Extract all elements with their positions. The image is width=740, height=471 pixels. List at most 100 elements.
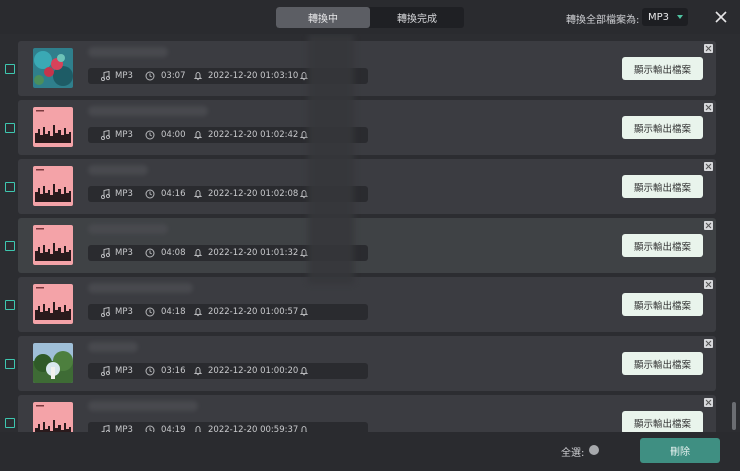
track-format: MP3 [115,189,133,199]
album-cover [33,343,73,383]
tab-completed[interactable]: 轉換完成 [370,7,464,28]
show-output-file-button[interactable]: 顯示輸出檔案 [622,116,703,139]
show-output-file-button[interactable]: 顯示輸出檔案 [622,293,703,316]
music-note-icon [101,248,110,258]
bell-icon [193,130,203,140]
chevron-down-icon [677,15,683,19]
track-duration: 04:19 [161,425,186,432]
footer: 全選: 刪除 [0,432,740,471]
track-timestamp: 2022-12-20 00:59:37 [208,425,299,432]
track-timestamp: 2022-12-20 01:01:32 [208,248,299,258]
format-select-value: MP3 [648,11,670,23]
show-output-file-button[interactable]: 顯示輸出檔案 [622,57,703,80]
redaction-overlay [308,34,354,284]
track-format: MP3 [115,307,133,317]
file-row: MP3 04:19 2022-12-20 00:59:37 顯示輸出檔案 [18,395,716,432]
select-all-radio[interactable] [589,445,599,455]
file-row: MP3 04:00 2022-12-20 01:02:42 顯示輸出檔案 [18,100,716,155]
remove-row-icon[interactable] [704,103,713,112]
track-timestamp: 2022-12-20 01:03:10 [208,71,299,81]
track-title-redacted [88,283,193,293]
track-timestamp: 2022-12-20 01:00:20 [208,366,299,376]
convert-all-label: 轉換全部檔案為: [566,15,640,26]
clock-icon [145,71,155,81]
track-duration: 03:07 [161,71,186,81]
album-cover [33,107,73,147]
select-all-label: 全選: [561,448,585,459]
row-checkbox[interactable] [5,241,15,251]
music-note-icon [101,189,110,199]
music-note-icon [101,307,110,317]
remove-row-icon[interactable] [704,280,713,289]
bell-icon [299,366,309,376]
track-duration: 03:16 [161,366,186,376]
bell-icon [193,307,203,317]
music-note-icon [101,366,110,376]
track-duration: 04:08 [161,248,186,258]
clock-icon [145,130,155,140]
row-checkbox[interactable] [5,418,15,428]
track-title-redacted [88,224,168,234]
row-checkbox[interactable] [5,182,15,192]
clock-icon [145,307,155,317]
tab-group: 轉換中 轉換完成 [276,7,464,28]
track-meta: MP3 03:16 2022-12-20 01:00:20 [88,363,368,379]
track-duration: 04:16 [161,189,186,199]
track-meta: MP3 04:18 2022-12-20 01:00:57 [88,304,368,320]
music-note-icon [101,130,110,140]
track-title-redacted [88,106,208,116]
bell-icon [300,425,308,432]
bell-icon [193,248,203,258]
show-output-file-button[interactable]: 顯示輸出檔案 [622,175,703,198]
bell-icon [194,425,202,432]
show-output-file-button[interactable]: 顯示輸出檔案 [622,352,703,375]
clock-icon [145,366,155,376]
scrollbar-thumb[interactable] [732,402,736,430]
remove-row-icon[interactable] [704,221,713,230]
file-row: MP3 04:18 2022-12-20 01:00:57 顯示輸出檔案 [18,277,716,332]
bell-icon [193,71,203,81]
bell-icon [299,307,309,317]
remove-row-icon[interactable] [704,44,713,53]
track-format: MP3 [115,366,133,376]
header: 轉換中 轉換完成 轉換全部檔案為: MP3 [0,0,740,34]
bell-icon [193,189,203,199]
track-format: MP3 [115,130,133,140]
tab-converting[interactable]: 轉換中 [276,7,370,28]
clock-icon [145,425,155,432]
music-note-icon [101,425,110,432]
converted-file-list: MP3 03:07 2022-12-20 01:03:10 顯示輸出檔案 MP3 04:0… [0,34,740,432]
track-format: MP3 [115,425,133,432]
track-title-redacted [88,342,138,352]
row-checkbox[interactable] [5,123,15,133]
close-icon[interactable] [712,8,730,26]
track-duration: 04:00 [161,130,186,140]
show-output-file-button[interactable]: 顯示輸出檔案 [622,411,703,432]
show-output-file-button[interactable]: 顯示輸出檔案 [622,234,703,257]
track-meta: MP3 04:19 2022-12-20 00:59:37 [88,422,368,432]
remove-row-icon[interactable] [704,398,713,407]
album-cover [33,48,73,88]
delete-button[interactable]: 刪除 [640,438,720,463]
track-timestamp: 2022-12-20 01:02:42 [208,130,299,140]
scrollbar[interactable] [731,34,737,432]
remove-row-icon[interactable] [704,339,713,348]
album-cover [33,166,73,206]
file-row: MP3 04:16 2022-12-20 01:02:08 顯示輸出檔案 [18,159,716,214]
row-checkbox[interactable] [5,64,15,74]
format-select[interactable]: MP3 [642,8,688,26]
remove-row-icon[interactable] [704,162,713,171]
track-timestamp: 2022-12-20 01:02:08 [208,189,299,199]
track-duration: 04:18 [161,307,186,317]
track-title-redacted [88,401,198,411]
track-title-redacted [88,165,148,175]
clock-icon [145,248,155,258]
row-checkbox[interactable] [5,359,15,369]
music-note-icon [101,71,110,81]
row-checkbox[interactable] [5,300,15,310]
track-format: MP3 [115,248,133,258]
album-cover [33,225,73,265]
file-row: MP3 03:07 2022-12-20 01:03:10 顯示輸出檔案 [18,41,716,96]
track-timestamp: 2022-12-20 01:00:57 [208,307,299,317]
bell-icon [193,366,203,376]
